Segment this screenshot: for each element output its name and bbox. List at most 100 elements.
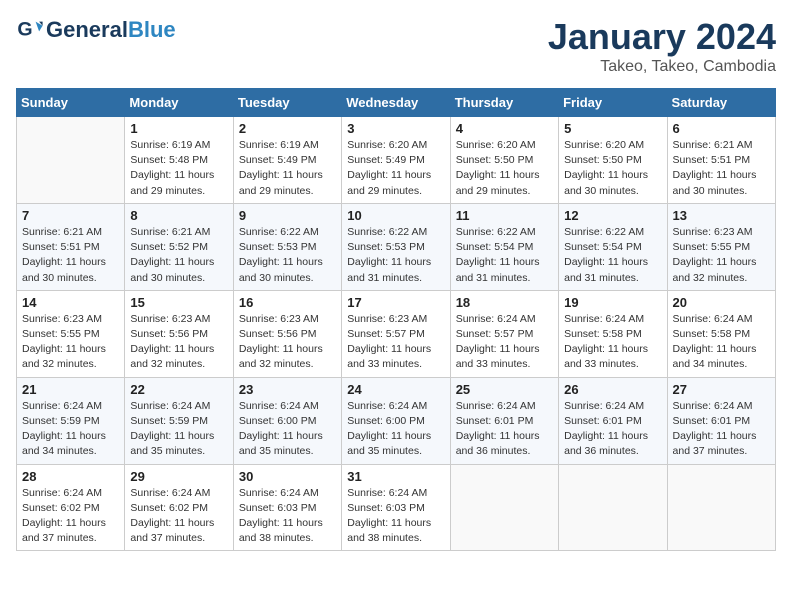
calendar-cell: 30 Sunrise: 6:24 AMSunset: 6:03 PMDayligh… — [233, 464, 341, 551]
day-number: 3 — [347, 121, 444, 136]
day-number: 2 — [239, 121, 336, 136]
day-info: Sunrise: 6:22 AMSunset: 5:54 PMDaylight:… — [564, 225, 661, 286]
calendar-cell: 3 Sunrise: 6:20 AMSunset: 5:49 PMDaylight… — [342, 117, 450, 204]
calendar-cell: 1 Sunrise: 6:19 AMSunset: 5:48 PMDaylight… — [125, 117, 233, 204]
calendar-table: SundayMondayTuesdayWednesdayThursdayFrid… — [16, 88, 776, 551]
day-number: 20 — [673, 295, 770, 310]
day-info: Sunrise: 6:21 AMSunset: 5:51 PMDaylight:… — [673, 138, 770, 199]
day-info: Sunrise: 6:22 AMSunset: 5:54 PMDaylight:… — [456, 225, 553, 286]
location-subtitle: Takeo, Takeo, Cambodia — [548, 58, 776, 76]
day-number: 30 — [239, 469, 336, 484]
day-info: Sunrise: 6:24 AMSunset: 6:03 PMDaylight:… — [239, 486, 336, 547]
day-info: Sunrise: 6:24 AMSunset: 6:03 PMDaylight:… — [347, 486, 444, 547]
day-info: Sunrise: 6:22 AMSunset: 5:53 PMDaylight:… — [347, 225, 444, 286]
calendar-cell — [559, 464, 667, 551]
svg-text:G: G — [17, 19, 32, 41]
day-info: Sunrise: 6:20 AMSunset: 5:50 PMDaylight:… — [456, 138, 553, 199]
calendar-cell: 6 Sunrise: 6:21 AMSunset: 5:51 PMDaylight… — [667, 117, 775, 204]
day-number: 28 — [22, 469, 119, 484]
calendar-cell: 7Sunrise: 6:21 AMSunset: 5:51 PMDaylight… — [17, 203, 125, 290]
logo-line2: Blue — [128, 17, 176, 42]
logo-line1: General — [46, 17, 128, 42]
day-info: Sunrise: 6:21 AMSunset: 5:51 PMDaylight:… — [22, 225, 119, 286]
day-number: 14 — [22, 295, 119, 310]
day-number: 27 — [673, 382, 770, 397]
calendar-week-row: 21 Sunrise: 6:24 AMSunset: 5:59 PMDayligh… — [17, 377, 776, 464]
day-info: Sunrise: 6:20 AMSunset: 5:50 PMDaylight:… — [564, 138, 661, 199]
day-number: 21 — [22, 382, 119, 397]
day-number: 1 — [130, 121, 227, 136]
day-number: 10 — [347, 208, 444, 223]
day-info: Sunrise: 6:21 AMSunset: 5:52 PMDaylight:… — [130, 225, 227, 286]
calendar-week-row: 1 Sunrise: 6:19 AMSunset: 5:48 PMDaylight… — [17, 117, 776, 204]
day-number: 13 — [673, 208, 770, 223]
calendar-cell: 5 Sunrise: 6:20 AMSunset: 5:50 PMDaylight… — [559, 117, 667, 204]
day-info: Sunrise: 6:23 AMSunset: 5:56 PMDaylight:… — [239, 312, 336, 373]
calendar-body: 1 Sunrise: 6:19 AMSunset: 5:48 PMDaylight… — [17, 117, 776, 551]
calendar-cell: 9 Sunrise: 6:22 AMSunset: 5:53 PMDaylight… — [233, 203, 341, 290]
weekday-header-sunday: Sunday — [17, 89, 125, 117]
day-info: Sunrise: 6:24 AMSunset: 5:58 PMDaylight:… — [564, 312, 661, 373]
calendar-week-row: 14Sunrise: 6:23 AMSunset: 5:55 PMDayligh… — [17, 290, 776, 377]
day-info: Sunrise: 6:22 AMSunset: 5:53 PMDaylight:… — [239, 225, 336, 286]
calendar-cell — [17, 117, 125, 204]
calendar-cell: 2 Sunrise: 6:19 AMSunset: 5:49 PMDaylight… — [233, 117, 341, 204]
calendar-cell: 26 Sunrise: 6:24 AMSunset: 6:01 PMDayligh… — [559, 377, 667, 464]
day-info: Sunrise: 6:24 AMSunset: 6:01 PMDaylight:… — [673, 399, 770, 460]
weekday-header-wednesday: Wednesday — [342, 89, 450, 117]
day-number: 23 — [239, 382, 336, 397]
calendar-cell: 14Sunrise: 6:23 AMSunset: 5:55 PMDayligh… — [17, 290, 125, 377]
day-number: 9 — [239, 208, 336, 223]
calendar-cell — [667, 464, 775, 551]
calendar-cell: 23Sunrise: 6:24 AMSunset: 6:00 PMDayligh… — [233, 377, 341, 464]
calendar-cell: 29Sunrise: 6:24 AMSunset: 6:02 PMDayligh… — [125, 464, 233, 551]
calendar-cell: 18 Sunrise: 6:24 AMSunset: 5:57 PMDayligh… — [450, 290, 558, 377]
calendar-cell: 17 Sunrise: 6:23 AMSunset: 5:57 PMDayligh… — [342, 290, 450, 377]
logo-icon: G — [16, 16, 44, 44]
title-area: January 2024 Takeo, Takeo, Cambodia — [548, 16, 776, 76]
day-number: 26 — [564, 382, 661, 397]
day-info: Sunrise: 6:19 AMSunset: 5:49 PMDaylight:… — [239, 138, 336, 199]
calendar-cell: 31 Sunrise: 6:24 AMSunset: 6:03 PMDayligh… — [342, 464, 450, 551]
day-info: Sunrise: 6:24 AMSunset: 5:59 PMDaylight:… — [22, 399, 119, 460]
weekday-header-row: SundayMondayTuesdayWednesdayThursdayFrid… — [17, 89, 776, 117]
day-number: 31 — [347, 469, 444, 484]
day-number: 15 — [130, 295, 227, 310]
weekday-header-monday: Monday — [125, 89, 233, 117]
day-number: 6 — [673, 121, 770, 136]
calendar-header: SundayMondayTuesdayWednesdayThursdayFrid… — [17, 89, 776, 117]
day-info: Sunrise: 6:23 AMSunset: 5:57 PMDaylight:… — [347, 312, 444, 373]
day-number: 25 — [456, 382, 553, 397]
calendar-cell — [450, 464, 558, 551]
day-info: Sunrise: 6:20 AMSunset: 5:49 PMDaylight:… — [347, 138, 444, 199]
day-number: 17 — [347, 295, 444, 310]
weekday-header-tuesday: Tuesday — [233, 89, 341, 117]
day-info: Sunrise: 6:24 AMSunset: 6:01 PMDaylight:… — [564, 399, 661, 460]
month-title: January 2024 — [548, 16, 776, 58]
day-info: Sunrise: 6:24 AMSunset: 5:58 PMDaylight:… — [673, 312, 770, 373]
day-info: Sunrise: 6:24 AMSunset: 6:02 PMDaylight:… — [130, 486, 227, 547]
logo: G GeneralBlue — [16, 16, 176, 44]
day-info: Sunrise: 6:23 AMSunset: 5:55 PMDaylight:… — [673, 225, 770, 286]
calendar-cell: 25Sunrise: 6:24 AMSunset: 6:01 PMDayligh… — [450, 377, 558, 464]
calendar-cell: 11 Sunrise: 6:22 AMSunset: 5:54 PMDayligh… — [450, 203, 558, 290]
calendar-cell: 10 Sunrise: 6:22 AMSunset: 5:53 PMDayligh… — [342, 203, 450, 290]
calendar-cell: 15 Sunrise: 6:23 AMSunset: 5:56 PMDayligh… — [125, 290, 233, 377]
day-number: 11 — [456, 208, 553, 223]
calendar-week-row: 7Sunrise: 6:21 AMSunset: 5:51 PMDaylight… — [17, 203, 776, 290]
day-number: 24 — [347, 382, 444, 397]
calendar-cell: 21 Sunrise: 6:24 AMSunset: 5:59 PMDayligh… — [17, 377, 125, 464]
calendar-cell: 16Sunrise: 6:23 AMSunset: 5:56 PMDayligh… — [233, 290, 341, 377]
day-info: Sunrise: 6:24 AMSunset: 5:57 PMDaylight:… — [456, 312, 553, 373]
day-info: Sunrise: 6:19 AMSunset: 5:48 PMDaylight:… — [130, 138, 227, 199]
weekday-header-saturday: Saturday — [667, 89, 775, 117]
logo-text: GeneralBlue — [46, 18, 176, 42]
calendar-cell: 4Sunrise: 6:20 AMSunset: 5:50 PMDaylight… — [450, 117, 558, 204]
day-number: 22 — [130, 382, 227, 397]
day-number: 18 — [456, 295, 553, 310]
calendar-cell: 12Sunrise: 6:22 AMSunset: 5:54 PMDayligh… — [559, 203, 667, 290]
day-number: 19 — [564, 295, 661, 310]
weekday-header-friday: Friday — [559, 89, 667, 117]
day-info: Sunrise: 6:23 AMSunset: 5:56 PMDaylight:… — [130, 312, 227, 373]
day-number: 5 — [564, 121, 661, 136]
